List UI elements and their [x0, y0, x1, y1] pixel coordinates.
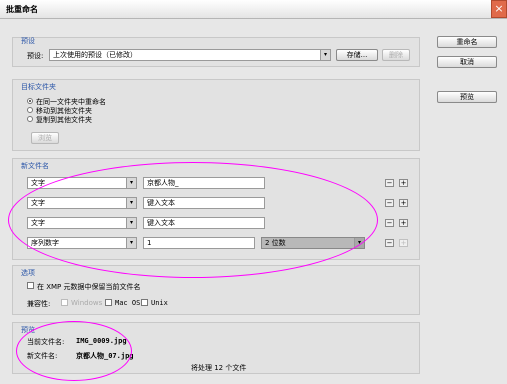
new-filename-panel: 新文件名 文字 ▾ 京都人物_ − + 文字 ▾ 键入文本 − + 文字 ▾ 键入文本…: [12, 158, 420, 260]
remove-row-button-2[interactable]: −: [385, 199, 394, 207]
radio-same-folder[interactable]: [27, 98, 33, 104]
delete-preset-button[interactable]: 删除: [382, 49, 410, 61]
text-input-1[interactable]: 京都人物_: [143, 177, 265, 189]
windows-label: Windows: [71, 299, 103, 307]
options-panel: 选项 在 XMP 元数据中保留当前文件名 兼容性: Windows Mac OS…: [12, 265, 420, 315]
presets-panel: 预设 预设: 上次使用的预设（已修改） ▾ 存储... 删除: [12, 37, 420, 67]
digits-value: 2 位数: [265, 239, 286, 247]
compat-label: 兼容性:: [27, 300, 51, 308]
chevron-down-icon: ▾: [320, 50, 330, 60]
remove-row-button-4[interactable]: −: [385, 239, 394, 247]
mac-checkbox[interactable]: [105, 299, 112, 306]
presets-legend: 预设: [21, 37, 35, 45]
radio-copy-folder[interactable]: [27, 116, 33, 122]
mac-label: Mac OS: [115, 299, 141, 307]
presets-label: 预设:: [27, 52, 44, 60]
text-input-2[interactable]: 键入文本: [143, 197, 265, 209]
sequence-start-input[interactable]: 1: [143, 237, 255, 249]
radio-copy-folder-label: 复制到其他文件夹: [36, 116, 92, 124]
target-folder-panel: 目标文件夹 在同一文件夹中重命名 移动到其他文件夹 复制到其他文件夹 浏览: [12, 79, 420, 151]
radio-move-folder[interactable]: [27, 107, 33, 113]
keep-xmp-checkbox[interactable]: [27, 282, 34, 289]
type-dropdown-4[interactable]: 序列数字 ▾: [27, 237, 137, 249]
target-folder-legend: 目标文件夹: [21, 83, 56, 91]
text-input-3[interactable]: 键入文本: [143, 217, 265, 229]
add-row-button-3[interactable]: +: [399, 219, 408, 227]
chevron-down-icon: ▾: [354, 238, 364, 248]
chevron-down-icon: ▾: [126, 238, 136, 248]
windows-checkbox[interactable]: [61, 299, 68, 306]
presets-dropdown[interactable]: 上次使用的预设（已修改） ▾: [49, 49, 331, 61]
type-value-4: 序列数字: [31, 239, 59, 247]
presets-value: 上次使用的预设（已修改）: [53, 51, 137, 59]
keep-xmp-label: 在 XMP 元数据中保留当前文件名: [37, 283, 141, 291]
preview-legend: 预览: [21, 326, 35, 334]
type-value-1: 文字: [31, 179, 45, 187]
dialog-body: 重命名 取消 预览 预设 预设: 上次使用的预设（已修改） ▾ 存储... 删除…: [0, 19, 507, 384]
type-dropdown-3[interactable]: 文字 ▾: [27, 217, 137, 229]
type-dropdown-2[interactable]: 文字 ▾: [27, 197, 137, 209]
chevron-down-icon: ▾: [126, 198, 136, 208]
new-filename-legend: 新文件名: [21, 162, 49, 170]
add-row-button-1[interactable]: +: [399, 179, 408, 187]
unix-checkbox[interactable]: [141, 299, 148, 306]
preview-button[interactable]: 预览: [437, 91, 497, 103]
preview-panel: 预览 当前文件名: IMG_0009.jpg 新文件名: 京都人物_07.jpg…: [12, 322, 420, 374]
type-value-3: 文字: [31, 219, 45, 227]
file-count-text: 将处理 12 个文件: [191, 364, 247, 372]
unix-label: Unix: [151, 299, 168, 307]
type-value-2: 文字: [31, 199, 45, 207]
add-row-button-4[interactable]: +: [399, 239, 408, 247]
rename-button[interactable]: 重命名: [437, 36, 497, 48]
type-dropdown-1[interactable]: 文字 ▾: [27, 177, 137, 189]
current-filename-value: IMG_0009.jpg: [76, 337, 127, 345]
chevron-down-icon: ▾: [126, 218, 136, 228]
browse-button[interactable]: 浏览: [31, 132, 59, 144]
title-bar: 批重命名 ×: [0, 0, 507, 19]
save-preset-button[interactable]: 存储...: [336, 49, 378, 61]
remove-row-button-1[interactable]: −: [385, 179, 394, 187]
close-icon: ×: [494, 2, 504, 15]
current-filename-label: 当前文件名:: [27, 338, 65, 346]
cancel-button[interactable]: 取消: [437, 56, 497, 68]
options-legend: 选项: [21, 269, 35, 277]
window-title: 批重命名: [6, 5, 38, 14]
digits-dropdown[interactable]: 2 位数 ▾: [261, 237, 365, 249]
chevron-down-icon: ▾: [126, 178, 136, 188]
remove-row-button-3[interactable]: −: [385, 219, 394, 227]
close-button[interactable]: ×: [491, 0, 507, 18]
new-filename-label: 新文件名:: [27, 352, 58, 360]
new-filename-value: 京都人物_07.jpg: [76, 352, 134, 360]
add-row-button-2[interactable]: +: [399, 199, 408, 207]
